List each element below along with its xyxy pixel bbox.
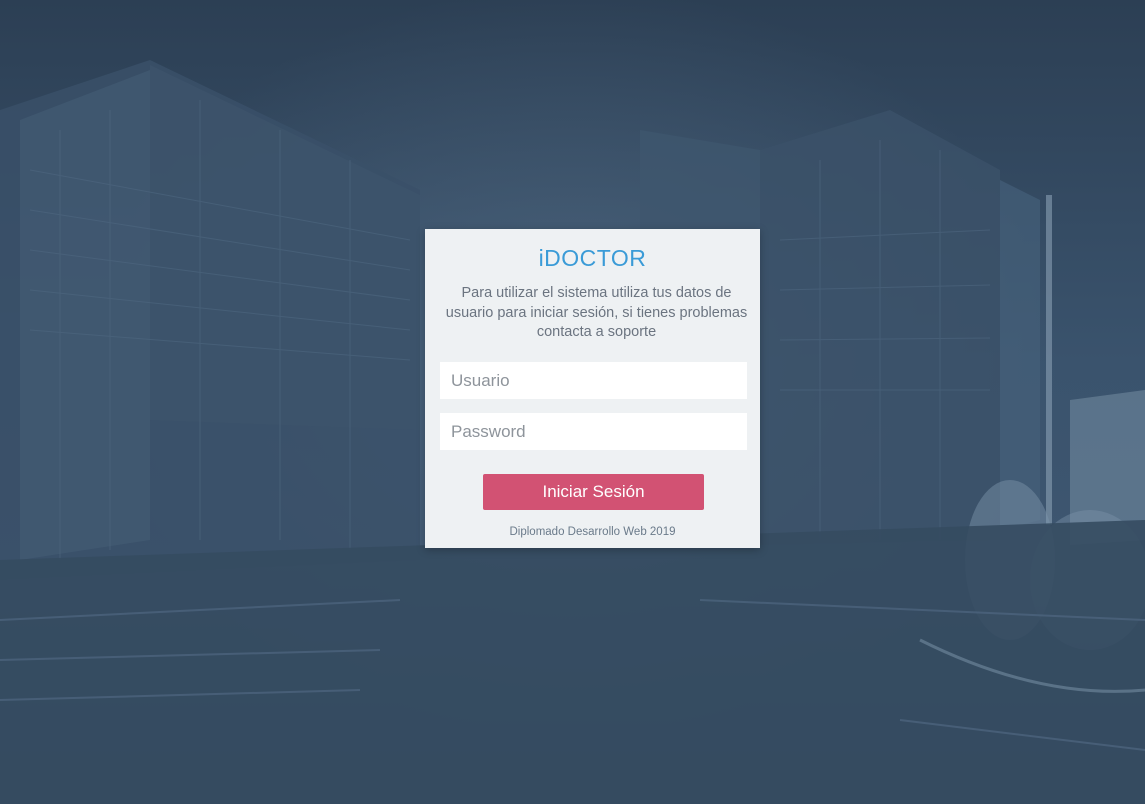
username-input[interactable] [440,362,747,399]
login-instructions: Para utilizar el sistema utiliza tus dat… [445,285,748,340]
app-title: iDOCTOR [538,245,647,271]
login-card: iDOCTOR Para utilizar el sistema utiliza… [425,229,760,548]
footer-credit: Diplomado Desarrollo Web 2019 [509,526,676,538]
password-input[interactable] [440,413,747,450]
login-button[interactable]: Iniciar Sesión [483,474,704,510]
